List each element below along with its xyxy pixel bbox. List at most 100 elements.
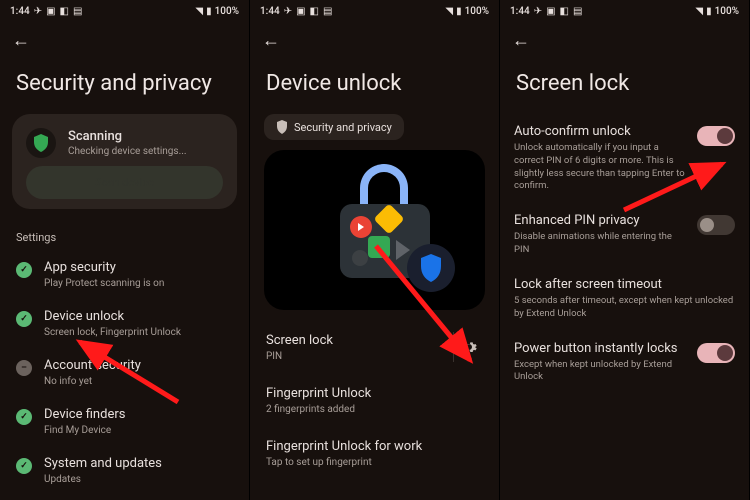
item-title: Account security: [44, 358, 141, 373]
item-subtitle: 2 fingerprints added: [266, 404, 371, 415]
setting-device-finders[interactable]: ✓ Device finders Find My Device: [0, 397, 249, 446]
doc-icon: ▤: [323, 6, 332, 17]
app-green-icon: [368, 236, 390, 258]
telegram-icon: ✈: [534, 6, 542, 17]
scanning-subtitle: Checking device settings...: [68, 146, 187, 157]
doc-icon: ▤: [73, 6, 82, 17]
toggle-power-lock[interactable]: [697, 343, 735, 363]
wifi-icon: ◥: [445, 6, 453, 17]
scanning-card: Scanning Checking device settings... Sca…: [12, 114, 237, 209]
item-subtitle: Updates: [44, 474, 162, 485]
back-arrow-icon: ←: [512, 30, 530, 51]
status-bar: 1:44 ✈ ▣ ◧ ▤ ◥ ▮ 100%: [500, 0, 749, 22]
square-icon: ◧: [60, 6, 69, 17]
item-title: Device finders: [44, 407, 125, 422]
shield-blue-icon: [407, 244, 455, 292]
check-icon: ✓: [16, 458, 32, 474]
screen-lock-settings-button[interactable]: [453, 332, 483, 362]
status-time: 1:44: [10, 6, 30, 17]
shield-icon: [26, 128, 56, 158]
row-enhanced-pin[interactable]: Enhanced PIN privacy Disable animations …: [500, 203, 749, 267]
check-icon: ✓: [16, 311, 32, 327]
item-title: Fingerprint Unlock for work: [266, 439, 422, 454]
item-title: System and updates: [44, 456, 162, 471]
screen-device-unlock: 1:44 ✈ ▣ ◧ ▤ ◥ ▮ 100% ← Device unlock Se…: [250, 0, 500, 500]
check-icon: ✓: [16, 262, 32, 278]
camera-icon: ▣: [546, 6, 555, 17]
row-lock-timeout[interactable]: Lock after screen timeout 5 seconds afte…: [500, 267, 749, 331]
row-subtitle: 5 seconds after timeout, except when kep…: [514, 295, 735, 321]
back-arrow-icon: ←: [262, 30, 280, 51]
signal-icon: ▮: [706, 6, 712, 17]
telegram-icon: ✈: [284, 6, 292, 17]
camera-icon: ▣: [296, 6, 305, 17]
row-subtitle: Except when kept unlocked by Extend Unlo…: [514, 359, 687, 385]
screen-screen-lock: 1:44 ✈ ▣ ◧ ▤ ◥ ▮ 100% ← Screen lock Auto…: [500, 0, 750, 500]
illustration: [264, 150, 485, 310]
play-icon: [350, 216, 372, 238]
back-button[interactable]: ←: [500, 22, 542, 59]
check-icon: ✓: [16, 409, 32, 425]
status-bar: 1:44 ✈ ▣ ◧ ▤ ◥ ▮ 100%: [250, 0, 499, 22]
status-bar: 1:44 ✈ ▣ ◧ ▤ ◥ ▮ 100%: [0, 0, 249, 22]
item-subtitle: Tap to set up fingerprint: [266, 457, 422, 468]
row-title: Lock after screen timeout: [514, 277, 735, 292]
row-auto-confirm[interactable]: Auto-confirm unlock Unlock automatically…: [500, 114, 749, 203]
page-title: Screen lock: [500, 59, 749, 114]
shield-icon: [276, 120, 288, 134]
scanning-title: Scanning: [68, 129, 187, 144]
back-button[interactable]: ←: [0, 22, 42, 59]
toggle-auto-confirm[interactable]: [697, 126, 735, 146]
play-triangle-icon: [396, 240, 410, 260]
battery-text: 100%: [465, 6, 489, 17]
page-title: Device unlock: [250, 59, 499, 114]
row-title: Enhanced PIN privacy: [514, 213, 687, 228]
status-time: 1:44: [260, 6, 280, 17]
item-title: App security: [44, 260, 164, 275]
row-subtitle: Disable animations while entering the PI…: [514, 231, 687, 257]
item-subtitle: Find My Device: [44, 425, 125, 436]
item-screen-lock[interactable]: Screen lock PIN: [250, 320, 499, 374]
setting-app-security[interactable]: ✓ App security Play Protect scanning is …: [0, 250, 249, 299]
back-button[interactable]: ←: [250, 22, 292, 59]
page-title: Security and privacy: [0, 59, 249, 114]
item-title: Device unlock: [44, 309, 181, 324]
screen-security-privacy: 1:44 ✈ ▣ ◧ ▤ ◥ ▮ 100% ← Security and pri…: [0, 0, 250, 500]
row-subtitle: Unlock automatically if you input a corr…: [514, 142, 687, 193]
item-title: Screen lock: [266, 333, 333, 348]
breadcrumb-chip[interactable]: Security and privacy: [264, 114, 404, 140]
row-title: Auto-confirm unlock: [514, 124, 687, 139]
setting-account-security[interactable]: – Account security No info yet: [0, 348, 249, 397]
row-power-lock[interactable]: Power button instantly locks Except when…: [500, 331, 749, 395]
signal-icon: ▮: [456, 6, 462, 17]
square-icon: ◧: [560, 6, 569, 17]
item-fingerprint-unlock[interactable]: Fingerprint Unlock 2 fingerprints added: [250, 374, 499, 427]
status-time: 1:44: [510, 6, 530, 17]
battery-text: 100%: [215, 6, 239, 17]
scan-device-button[interactable]: Scan device: [26, 166, 223, 199]
gear-icon: [461, 339, 477, 355]
back-arrow-icon: ←: [12, 30, 30, 51]
settings-section-label: Settings: [0, 217, 249, 250]
toggle-enhanced-pin[interactable]: [697, 215, 735, 235]
item-subtitle: PIN: [266, 351, 333, 362]
setting-device-unlock[interactable]: ✓ Device unlock Screen lock, Fingerprint…: [0, 299, 249, 348]
square-icon: ◧: [310, 6, 319, 17]
chip-label: Security and privacy: [294, 121, 392, 134]
item-subtitle: Play Protect scanning is on: [44, 278, 164, 289]
wifi-icon: ◥: [695, 6, 703, 17]
minus-icon: –: [16, 360, 32, 376]
camera-icon: ▣: [46, 6, 55, 17]
row-title: Power button instantly locks: [514, 341, 687, 356]
item-title: Fingerprint Unlock: [266, 386, 371, 401]
doc-icon: ▤: [573, 6, 582, 17]
item-subtitle: Screen lock, Fingerprint Unlock: [44, 327, 181, 338]
setting-system-updates[interactable]: ✓ System and updates Updates: [0, 446, 249, 495]
battery-text: 100%: [715, 6, 739, 17]
item-subtitle: No info yet: [44, 376, 141, 387]
item-fingerprint-work[interactable]: Fingerprint Unlock for work Tap to set u…: [250, 427, 499, 480]
telegram-icon: ✈: [34, 6, 42, 17]
signal-icon: ▮: [206, 6, 212, 17]
wifi-icon: ◥: [195, 6, 203, 17]
app-dot-icon: [352, 250, 368, 266]
